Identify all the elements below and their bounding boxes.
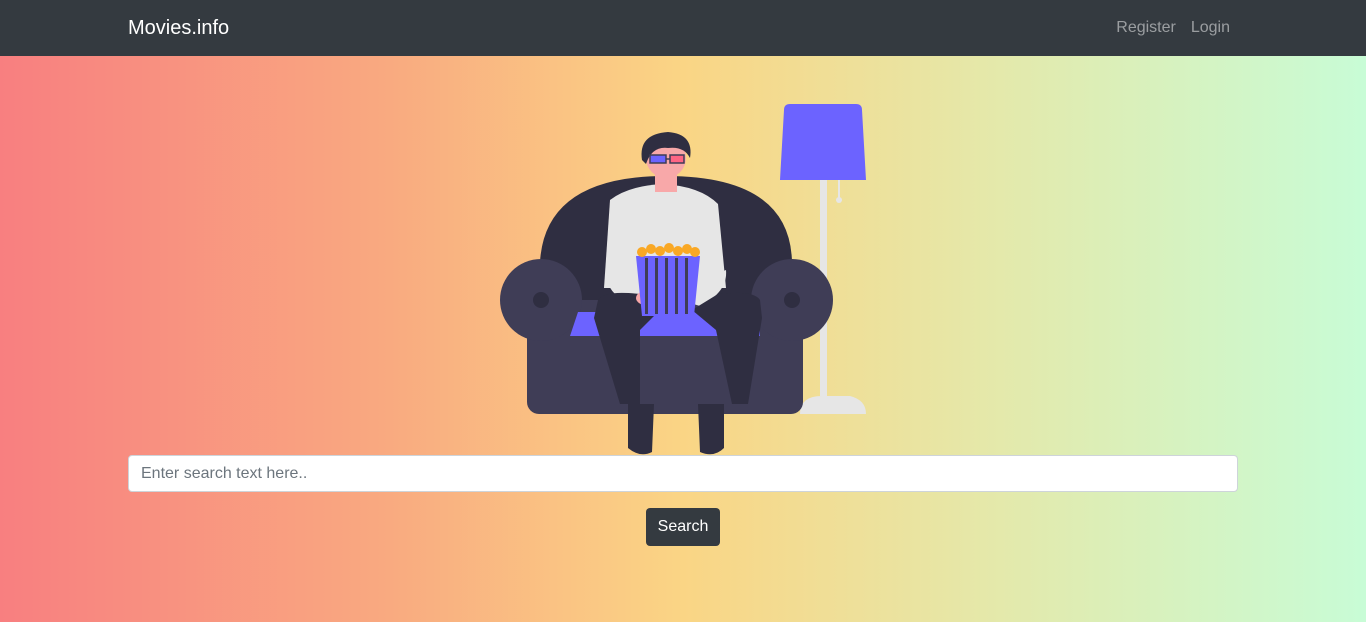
top-navbar: Movies.info Register Login: [0, 0, 1366, 56]
movie-watcher-illustration: [500, 104, 866, 455]
brand-link[interactable]: Movies.info: [128, 16, 229, 40]
nav-links: Register Login: [1116, 18, 1230, 38]
search-input[interactable]: [128, 455, 1238, 492]
search-button[interactable]: Search: [646, 508, 720, 546]
login-link[interactable]: Login: [1191, 18, 1230, 38]
register-link[interactable]: Register: [1116, 18, 1176, 38]
